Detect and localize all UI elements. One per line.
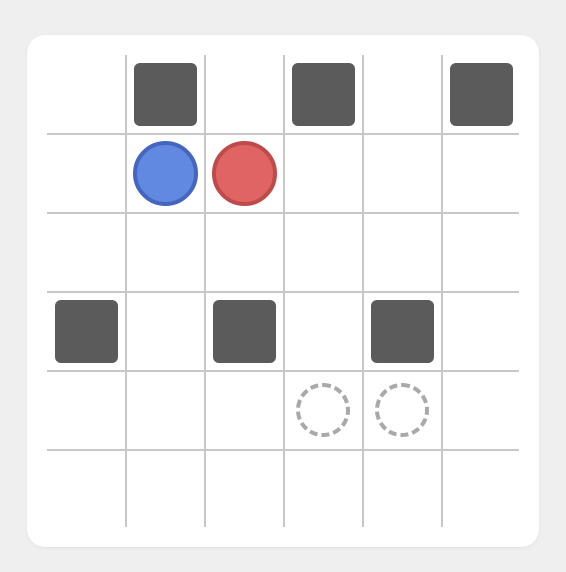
wall-block — [55, 300, 118, 363]
board-cell-r1-c0[interactable] — [47, 134, 126, 213]
red-disc[interactable] — [212, 141, 277, 206]
board-cell-r2-c1[interactable] — [126, 213, 205, 292]
wall-block — [292, 63, 355, 126]
game-board — [47, 55, 519, 527]
board-cell-r5-c3[interactable] — [284, 450, 363, 529]
board-cell-r2-c2[interactable] — [205, 213, 284, 292]
board-cell-r1-c3[interactable] — [284, 134, 363, 213]
board-cell-r3-c3[interactable] — [284, 292, 363, 371]
board-cell-r0-c0[interactable] — [47, 55, 126, 134]
board-cell-r3-c1[interactable] — [126, 292, 205, 371]
board-cell-r2-c4[interactable] — [363, 213, 442, 292]
board-cell-r0-c4[interactable] — [363, 55, 442, 134]
grid-line-horizontal — [47, 370, 519, 372]
grid-line-horizontal — [47, 133, 519, 135]
board-cell-r5-c1[interactable] — [126, 450, 205, 529]
board-cell-r4-c1[interactable] — [126, 371, 205, 450]
blue-disc[interactable] — [133, 141, 198, 206]
board-cell-r5-c5[interactable] — [442, 450, 521, 529]
board-cell-r2-c5[interactable] — [442, 213, 521, 292]
grid-line-horizontal — [47, 212, 519, 214]
wall-block — [213, 300, 276, 363]
target-marker — [375, 383, 429, 437]
wall-block — [371, 300, 434, 363]
board-cell-r0-c2[interactable] — [205, 55, 284, 134]
wall-block — [134, 63, 197, 126]
target-marker — [296, 383, 350, 437]
board-cell-r2-c0[interactable] — [47, 213, 126, 292]
board-cell-r5-c4[interactable] — [363, 450, 442, 529]
grid-line-horizontal — [47, 291, 519, 293]
board-cell-r5-c0[interactable] — [47, 450, 126, 529]
board-cell-r1-c5[interactable] — [442, 134, 521, 213]
board-cell-r3-c5[interactable] — [442, 292, 521, 371]
board-cell-r4-c5[interactable] — [442, 371, 521, 450]
board-cell-r2-c3[interactable] — [284, 213, 363, 292]
wall-block — [450, 63, 513, 126]
board-cell-r4-c2[interactable] — [205, 371, 284, 450]
board-cell-r5-c2[interactable] — [205, 450, 284, 529]
grid-line-horizontal — [47, 449, 519, 451]
board-cell-r4-c0[interactable] — [47, 371, 126, 450]
board-cell-r1-c4[interactable] — [363, 134, 442, 213]
